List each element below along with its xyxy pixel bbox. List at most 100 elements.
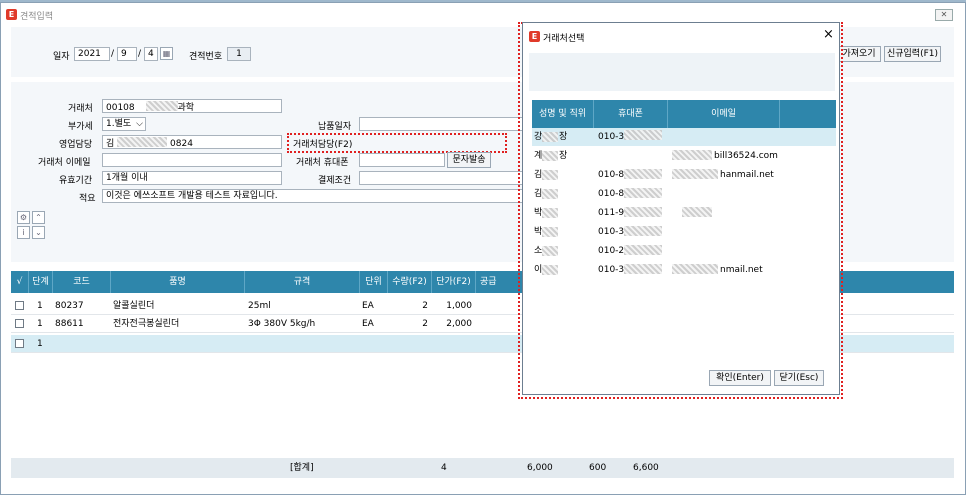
contact-highlight (287, 133, 507, 153)
row-step: 1 (37, 319, 43, 329)
close-dialog-button[interactable]: 닫기(Esc) (774, 370, 824, 386)
month-input[interactable]: 9 (117, 47, 137, 61)
redacted-text (624, 130, 662, 140)
vat-value: 1.별도 (106, 119, 132, 129)
col-email[interactable]: 이메일 (668, 100, 780, 128)
contacts-list: 강 장 010-3 계 장 bill36524.com 김 010-8 hanm… (532, 128, 836, 280)
row-step: 1 (37, 301, 43, 311)
payment-terms-label: 결제조건 (318, 176, 352, 186)
footer-qty: 4 (441, 463, 447, 473)
year-input[interactable]: 2021 (74, 47, 110, 61)
redacted-text (682, 207, 712, 217)
contact-row[interactable]: 김 010-8 hanmail.net (532, 166, 836, 184)
sales-rep-label: 영업담당 (59, 140, 93, 150)
redacted-text (542, 265, 558, 275)
col-check[interactable]: √ (11, 271, 29, 293)
contact-phone: 011-9 (598, 208, 625, 218)
contact-row[interactable]: 계 장 bill36524.com (532, 147, 836, 165)
row-checkbox[interactable] (15, 319, 24, 328)
row-unit: EA (362, 319, 374, 329)
vat-select[interactable]: 1.별도 ⌵ (102, 117, 146, 131)
client-phone-label: 거래처 휴대폰 (296, 158, 349, 168)
contact-phone: 010-3 (598, 265, 625, 275)
client-email-input[interactable] (102, 153, 282, 167)
client-name-suffix: 과학 (177, 103, 195, 113)
gear-icon[interactable]: ⚙ (17, 211, 30, 224)
contacts-grid-header: 성명 및 직위 휴대폰 이메일 (532, 100, 836, 128)
col-name[interactable]: 품명 (111, 271, 245, 293)
col-qty[interactable]: 수량(F2) (388, 271, 432, 293)
redacted-text (672, 150, 712, 160)
quote-no-input[interactable]: 1 (227, 47, 251, 61)
contact-row[interactable]: 이 010-3 nmail.net (532, 261, 836, 279)
sales-rep-input[interactable]: 김 0824 (102, 135, 282, 149)
chevron-down-icon: ⌵ (136, 119, 143, 129)
col-unit[interactable]: 단위 (360, 271, 388, 293)
summary-input[interactable]: 이것은 에쓰소프트 개발용 테스트 자료입니다. (102, 189, 524, 203)
client-code: 00108 (106, 103, 135, 113)
redacted-text (542, 246, 558, 256)
footer-label: [합계] (290, 463, 314, 473)
payment-terms-input[interactable] (359, 171, 524, 185)
sms-button[interactable]: 문자발송 (447, 152, 491, 168)
contact-row[interactable]: 박 010-3 (532, 223, 836, 241)
footer-total: 6,600 (633, 463, 659, 473)
contact-row[interactable]: 소 010-2 (532, 242, 836, 260)
contact-row-selected[interactable]: 강 장 010-3 (532, 128, 836, 146)
delivery-date-input[interactable] (359, 117, 524, 131)
summary-label: 적요 (79, 194, 96, 204)
day-input[interactable]: 4 (144, 47, 158, 61)
date-sep-1: / (111, 49, 115, 59)
col-code[interactable]: 코드 (53, 271, 111, 293)
client-phone-input[interactable] (359, 153, 445, 167)
contact-row[interactable]: 김 010-8 (532, 185, 836, 203)
date-sep-2: / (138, 49, 142, 59)
dialog-close-button[interactable]: × (823, 27, 834, 42)
chevron-up-icon[interactable]: ⌃ (32, 211, 45, 224)
client-input[interactable]: 00108 과학 (102, 99, 282, 113)
col-name-title[interactable]: 성명 및 직위 (532, 100, 594, 128)
col-mobile[interactable]: 휴대폰 (594, 100, 668, 128)
col-extra (780, 100, 836, 128)
info-icon[interactable]: i (17, 226, 30, 239)
contact-phone: 010-8 (598, 170, 625, 180)
window-title: 견적입력 (20, 12, 54, 22)
sales-rep-prefix: 김 (106, 139, 115, 149)
col-price[interactable]: 단가(F2) (432, 271, 476, 293)
row-qty: 2 (422, 301, 428, 311)
row-checkbox[interactable] (15, 339, 24, 348)
client-label: 거래처 (68, 104, 93, 114)
contact-phone: 010-2 (598, 246, 625, 256)
row-checkbox[interactable] (15, 301, 24, 310)
redacted-text (542, 189, 558, 199)
row-name: 전자전극봉실린더 (113, 319, 180, 329)
chevron-down-icon[interactable]: ⌄ (32, 226, 45, 239)
redacted-text (542, 170, 558, 180)
col-spec[interactable]: 규격 (245, 271, 360, 293)
quote-no-label: 견적번호 (189, 52, 223, 62)
app-logo-icon: E (529, 31, 540, 42)
redacted-text (672, 169, 718, 179)
date-label: 일자 (53, 52, 70, 62)
row-qty: 2 (422, 319, 428, 329)
col-step[interactable]: 단계 (29, 271, 53, 293)
new-entry-button[interactable]: 신규입력(F1) (884, 46, 941, 62)
contact-email: hanmail.net (720, 170, 774, 180)
contact-row[interactable]: 박 011-9 (532, 204, 836, 222)
confirm-button[interactable]: 확인(Enter) (709, 370, 771, 386)
contact-phone: 010-8 (598, 189, 625, 199)
load-button[interactable]: 가져오기 (837, 46, 881, 62)
row-unit: EA (362, 301, 374, 311)
redacted-text (672, 264, 718, 274)
redacted-text (542, 132, 558, 142)
calendar-icon[interactable]: ▦ (160, 47, 173, 60)
validity-label: 유효기간 (59, 176, 93, 186)
contact-title: 장 (559, 151, 568, 161)
contact-phone: 010-3 (598, 227, 625, 237)
contact-email: bill36524.com (714, 151, 778, 161)
redacted-text (117, 137, 168, 147)
validity-input[interactable]: 1개월 이내 (102, 171, 282, 185)
row-price: 1,000 (446, 301, 472, 311)
window-close-button[interactable]: ✕ (935, 9, 953, 21)
sales-rep-suffix: 0824 (170, 139, 193, 149)
